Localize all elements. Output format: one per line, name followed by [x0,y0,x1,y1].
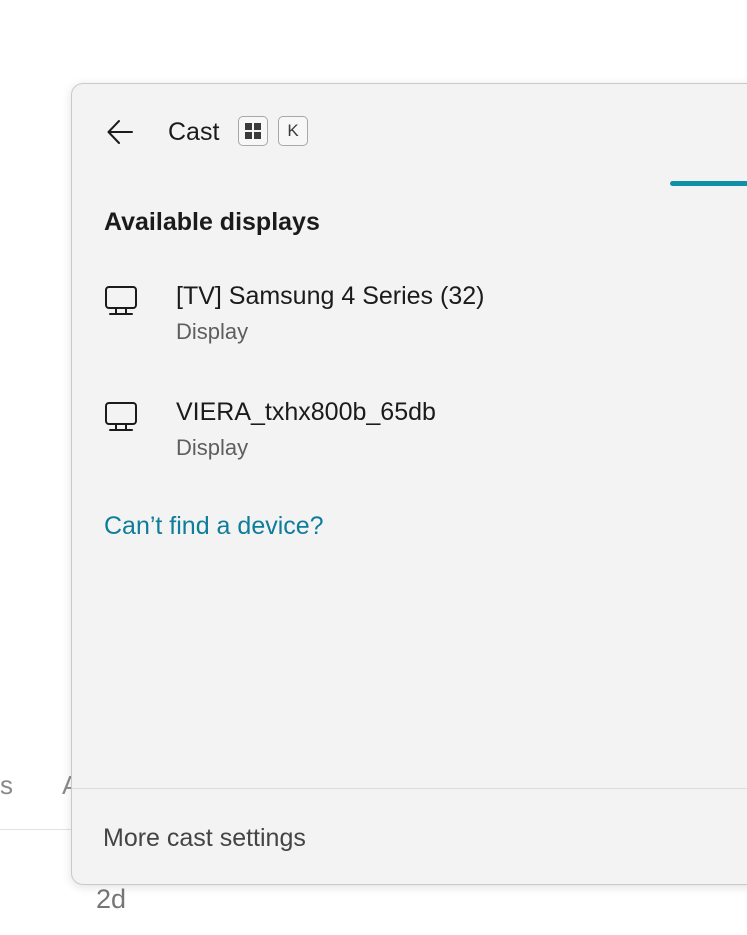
flyout-header: Cast K [72,84,747,180]
cant-find-device-link[interactable]: Can’t find a device? [104,512,324,541]
background-timestamp: 2d [96,884,127,914]
device-item-samsung[interactable]: [TV] Samsung 4 Series (32) Display [72,274,747,370]
device-name: VIERA_txhx800b_65db [176,398,436,426]
monitor-icon [105,402,137,431]
cast-flyout: Cast K Available displays [TV] Samsung 4… [71,83,747,885]
device-item-viera[interactable]: VIERA_txhx800b_65db Display [72,390,747,486]
windows-key-hint [238,116,268,146]
device-type: Display [176,435,249,460]
back-button[interactable] [100,112,140,152]
monitor-icon [105,286,137,315]
background-divider [0,829,80,830]
more-cast-settings-link[interactable]: More cast settings [103,824,306,853]
arrow-left-icon [107,120,133,144]
footer-divider [72,788,747,789]
flyout-title: Cast [168,118,220,146]
k-key-hint: K [278,116,308,146]
device-name: [TV] Samsung 4 Series (32) [176,282,485,310]
windows-logo-icon [245,123,261,139]
device-type: Display [176,319,249,344]
available-displays-heading: Available displays [104,208,320,236]
searching-progress-bar [670,181,747,186]
background-text-fragment: s [0,770,13,800]
